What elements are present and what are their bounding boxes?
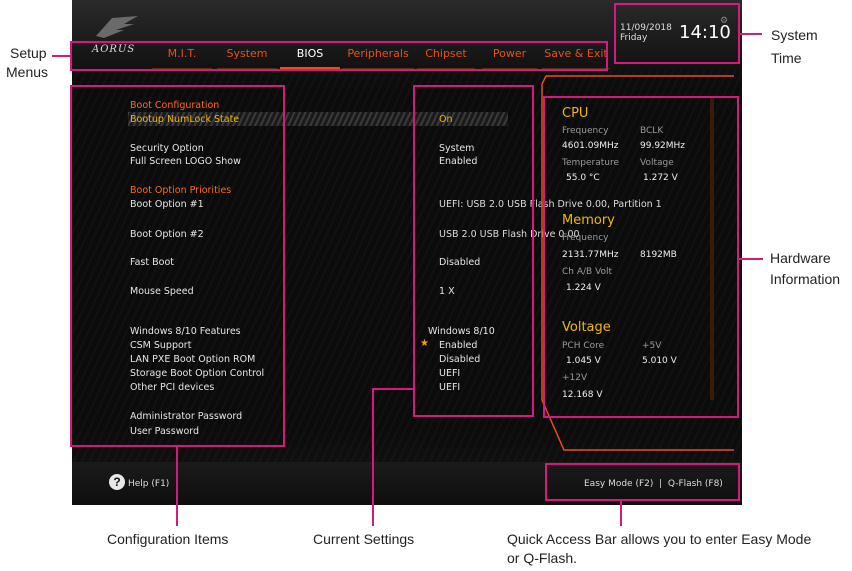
label-system-time-2: Time <box>771 50 802 66</box>
label-current-settings: Current Settings <box>313 531 415 547</box>
connector-current-settings-horizontal <box>372 388 413 390</box>
connector-system-time <box>740 33 762 35</box>
help-button[interactable]: Help (F1) <box>128 479 169 489</box>
label-config-items: Configuration Items <box>107 531 229 547</box>
label-hardware-2: Information <box>770 271 841 287</box>
connector-current-settings-vertical <box>372 388 374 526</box>
label-hardware-1: Hardware <box>770 250 831 266</box>
label-setup-menus-2: Menus <box>6 64 49 80</box>
help-icon[interactable]: ? <box>109 474 125 490</box>
label-system-time-1: System <box>771 27 818 43</box>
connector-quick-access <box>620 501 622 526</box>
callout-box-quick-access <box>545 463 740 501</box>
callout-box-config-items <box>70 85 285 447</box>
label-quick-access-1: Quick Access Bar allows you to enter Eas… <box>507 531 812 547</box>
callout-box-setup-menus <box>70 41 608 71</box>
label-setup-menus-1: Setup <box>10 45 47 61</box>
connector-setup-menus <box>52 55 70 57</box>
callout-box-hardware <box>543 96 739 418</box>
connector-config-items <box>176 447 178 526</box>
callout-box-system-time <box>614 3 740 64</box>
callout-box-current-settings <box>413 85 534 417</box>
connector-hardware <box>739 258 763 260</box>
aorus-eagle-icon <box>96 16 138 38</box>
label-quick-access-2: or Q-Flash. <box>507 550 578 566</box>
